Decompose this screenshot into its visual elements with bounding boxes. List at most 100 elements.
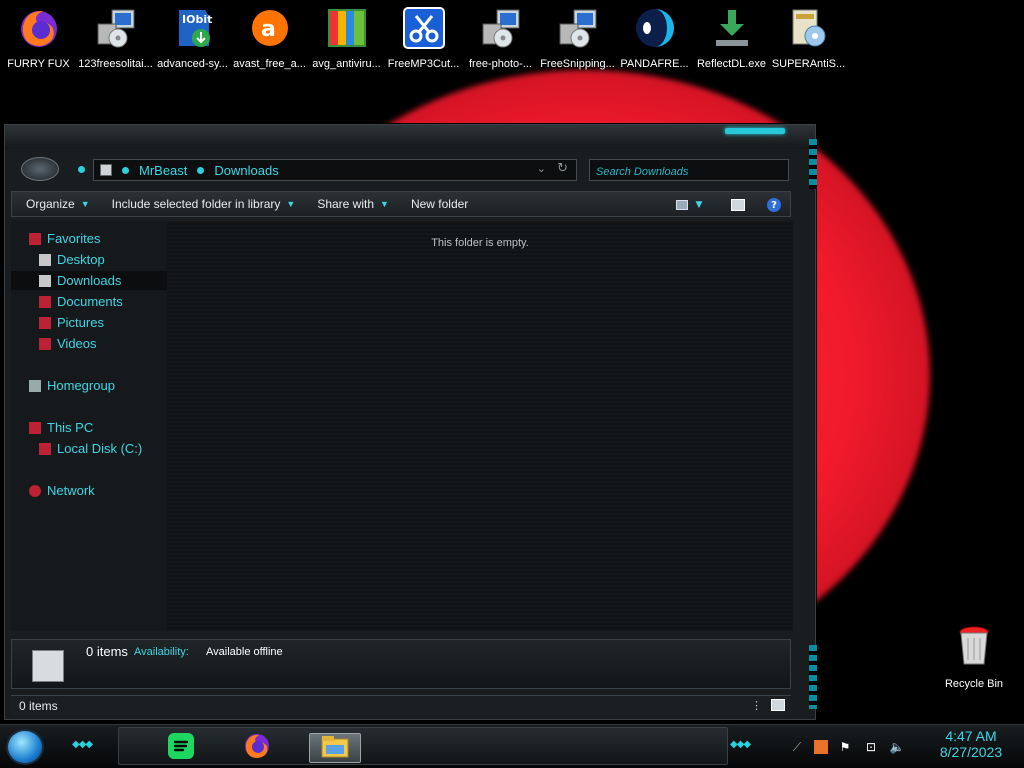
share-with-button[interactable]: Share with ▼: [303, 197, 397, 211]
new-folder-button[interactable]: New folder: [397, 197, 476, 211]
nav-item-favorites[interactable]: Favorites: [29, 229, 100, 248]
folder-icon: [100, 164, 112, 176]
taskbar-app-firefox[interactable]: [231, 733, 283, 763]
desktop-folder-icon: [39, 253, 51, 266]
desktop-icon-free-photo[interactable]: free-photo-...: [462, 4, 539, 76]
clock[interactable]: 4:47 AM 8/27/2023: [930, 728, 1012, 760]
navigation-pane: Favorites Desktop Downloads Documents Pi…: [11, 221, 169, 631]
decorative-chevrons: ◆◆◆: [730, 739, 751, 750]
network-icon[interactable]: ⊡: [862, 738, 880, 756]
chevron-down-icon[interactable]: ⌄: [537, 162, 546, 175]
volume-icon[interactable]: 🔈: [888, 738, 906, 756]
details-view-icon[interactable]: ⋮: [751, 699, 762, 712]
desktop-icon-label: avg_antiviru...: [312, 58, 381, 70]
firefox-icon: [243, 732, 271, 764]
new-folder-label: New folder: [410, 197, 469, 211]
computer-icon: [29, 421, 41, 434]
recent-pages-dot[interactable]: [78, 166, 85, 173]
desktop-icon-advanced-systemcare[interactable]: IObit advanced-sy...: [154, 4, 231, 76]
title-bar[interactable]: [5, 125, 815, 149]
empty-folder-message: This folder is empty.: [431, 237, 529, 249]
scissors-icon: [400, 4, 448, 52]
status-item-count: 0 items: [19, 699, 58, 713]
nav-label: Homegroup: [47, 378, 115, 393]
nav-item-documents[interactable]: Documents: [39, 292, 123, 311]
file-explorer-window: MrBeast Downloads ⌄ ↻ Organize ▼ Include …: [4, 124, 817, 720]
spotify-icon: [167, 732, 195, 764]
change-view-button[interactable]: ▼: [672, 195, 706, 215]
file-list[interactable]: This folder is empty.: [167, 221, 793, 631]
desktop-icon-pandafree[interactable]: PANDAFRE...: [616, 4, 693, 76]
desktop-icon-label: advanced-sy...: [157, 58, 228, 70]
desktop-icon-123freesolitaire[interactable]: 123freesolitai...: [77, 4, 154, 76]
preview-pane-button[interactable]: [728, 195, 748, 215]
help-button[interactable]: ?: [764, 195, 784, 215]
title-accent: [725, 128, 785, 134]
nav-item-network[interactable]: Network: [29, 481, 95, 500]
nav-item-downloads[interactable]: Downloads: [11, 271, 167, 290]
address-bar[interactable]: MrBeast Downloads ⌄ ↻: [93, 159, 577, 181]
item-count: 0 items: [86, 644, 128, 659]
nav-item-local-disk[interactable]: Local Disk (C:): [39, 439, 142, 458]
nav-item-pictures[interactable]: Pictures: [39, 313, 104, 332]
app-tray-icon[interactable]: [814, 740, 828, 754]
download-icon: [708, 4, 756, 52]
show-hidden-icons-icon[interactable]: ⟋: [788, 738, 806, 756]
desktop-icon-label: FreeMP3Cut...: [387, 58, 460, 70]
desktop-icon-avg[interactable]: avg_antiviru...: [308, 4, 385, 76]
avast-icon: a: [246, 4, 294, 52]
include-in-library-button[interactable]: Include selected folder in library ▼: [98, 197, 304, 211]
include-label: Include selected folder in library: [111, 197, 281, 211]
large-icons-view-icon[interactable]: [771, 699, 785, 711]
taskbar-app-area: [118, 727, 728, 765]
svg-text:a: a: [261, 17, 276, 42]
desktop: FURRY FUX 123freesolitai... IObit advanc…: [0, 0, 1024, 768]
nav-label: This PC: [47, 420, 94, 435]
installer-icon: [92, 4, 140, 52]
chevron-down-icon: ▼: [380, 199, 389, 209]
organize-button[interactable]: Organize ▼: [12, 197, 98, 211]
desktop-icon-label: avast_free_a...: [233, 58, 306, 70]
view-icon: [675, 200, 688, 210]
nav-item-this-pc[interactable]: This PC: [29, 418, 93, 437]
taskbar-app-spotify[interactable]: [155, 733, 207, 763]
breadcrumb-downloads[interactable]: Downloads: [214, 163, 278, 178]
desktop-icon-superantispyware[interactable]: SUPERAntiS...: [770, 4, 847, 76]
nav-item-videos[interactable]: Videos: [39, 334, 97, 353]
recycle-bin[interactable]: Recycle Bin: [944, 624, 1004, 690]
desktop-icon-label: FreeSnipping...: [540, 58, 615, 70]
breadcrumb-mrbeast[interactable]: MrBeast: [139, 163, 187, 178]
back-forward-orb[interactable]: [21, 157, 59, 181]
nav-label: Desktop: [57, 252, 105, 267]
installer-icon: [477, 4, 525, 52]
search-box[interactable]: [589, 159, 789, 182]
desktop-icon-label: SUPERAntiS...: [771, 58, 846, 70]
start-button[interactable]: [6, 729, 44, 765]
nav-label: Downloads: [57, 273, 122, 288]
availability-value: Available offline: [206, 646, 283, 658]
desktop-icon-label: free-photo-...: [469, 58, 532, 70]
details-pane: 0 items Availability: Available offline: [11, 639, 791, 689]
system-tray: ⟋ ⚑ ⊡ 🔈: [788, 731, 906, 763]
desktop-icon-freemp3cutter[interactable]: FreeMP3Cut...: [385, 4, 462, 76]
chevron-down-icon: ▼: [286, 199, 296, 209]
avg-icon: [323, 4, 371, 52]
desktop-icon-freesnipping[interactable]: FreeSnipping...: [539, 4, 616, 76]
desktop-icon-furry-fux[interactable]: FURRY FUX: [0, 4, 77, 76]
nav-label: Documents: [57, 294, 123, 309]
nav-label: Pictures: [57, 315, 104, 330]
availability-label: Availability:: [134, 646, 189, 658]
desktop-icon-label: PANDAFRE...: [620, 58, 689, 70]
nav-item-desktop[interactable]: Desktop: [39, 250, 105, 269]
action-center-flag-icon[interactable]: ⚑: [836, 738, 854, 756]
nav-item-homegroup[interactable]: Homegroup: [29, 376, 115, 395]
panda-icon: [631, 4, 679, 52]
search-input[interactable]: [596, 162, 766, 182]
desktop-icon-avast[interactable]: a avast_free_a...: [231, 4, 308, 76]
file-explorer-icon: [320, 733, 350, 763]
desktop-icon-reflectdl[interactable]: ReflectDL.exe: [693, 4, 770, 76]
firefox-icon: [15, 4, 63, 52]
taskbar-app-file-explorer[interactable]: [309, 733, 361, 763]
refresh-icon[interactable]: ↻: [557, 161, 568, 176]
folder-thumbnail-icon: [32, 650, 64, 682]
